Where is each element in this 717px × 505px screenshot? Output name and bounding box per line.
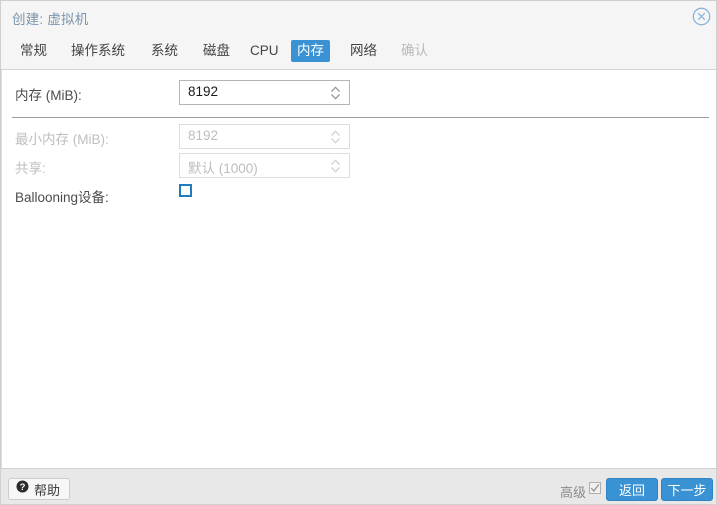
- memory-stepper-icon[interactable]: [329, 84, 342, 102]
- field-row-memory: 内存 (MiB): 8192: [2, 80, 716, 106]
- svg-text:?: ?: [20, 482, 26, 493]
- question-mark-circle-icon: ?: [16, 480, 29, 498]
- ballooning-label: Ballooning设备:: [15, 190, 109, 205]
- tab-general[interactable]: 常规: [14, 40, 53, 62]
- min-memory-value: 8192: [188, 128, 219, 143]
- tab-memory[interactable]: 内存: [291, 40, 330, 62]
- shares-stepper-icon: [329, 157, 342, 175]
- tab-disks[interactable]: 磁盘: [197, 40, 236, 62]
- help-button-label: 帮助: [34, 482, 61, 498]
- tab-os[interactable]: 操作系统: [65, 40, 131, 62]
- memory-value: 8192: [188, 84, 219, 99]
- tab-network[interactable]: 网络: [344, 40, 383, 62]
- tab-cpu[interactable]: CPU: [244, 40, 285, 62]
- shares-input: 默认 (1000): [179, 153, 350, 178]
- close-icon[interactable]: [691, 6, 712, 27]
- ballooning-checkbox[interactable]: [179, 184, 192, 197]
- field-row-ballooning: Ballooning设备:: [2, 182, 716, 208]
- min-memory-input: 8192: [179, 124, 350, 149]
- min-memory-label: 最小内存 (MiB):: [15, 132, 109, 147]
- field-row-min-memory: 最小内存 (MiB): 8192: [2, 124, 716, 150]
- dialog-footer: ? 帮助 高级 返回 下一步: [1, 468, 716, 504]
- dialog-title: 创建: 虚拟机: [12, 12, 89, 27]
- shares-value: 默认 (1000): [188, 161, 258, 176]
- next-button[interactable]: 下一步: [661, 478, 713, 501]
- wizard-tabbar: 常规 操作系统 系统 磁盘 CPU 内存 网络 确认: [1, 32, 716, 70]
- help-button[interactable]: ? 帮助: [8, 478, 71, 500]
- back-button[interactable]: 返回: [606, 478, 658, 501]
- memory-label: 内存 (MiB):: [15, 88, 82, 103]
- advanced-checkbox[interactable]: [589, 482, 601, 494]
- shares-label: 共享:: [15, 161, 46, 176]
- dialog-body: 内存 (MiB): 8192 最小内存 (MiB): 8192 共享: 默认 (…: [1, 70, 716, 468]
- tab-confirm: 确认: [401, 43, 428, 58]
- tab-system[interactable]: 系统: [145, 40, 184, 62]
- advanced-label: 高级: [559, 485, 586, 500]
- create-vm-dialog: 创建: 虚拟机 常规 操作系统 系统 磁盘 CPU 内存 网络 确认 内存 (M…: [0, 0, 717, 505]
- field-row-shares: 共享: 默认 (1000): [2, 153, 716, 179]
- section-divider: [12, 117, 709, 118]
- dialog-titlebar: 创建: 虚拟机: [1, 1, 716, 32]
- memory-input[interactable]: 8192: [179, 80, 350, 105]
- min-memory-stepper-icon: [329, 128, 342, 146]
